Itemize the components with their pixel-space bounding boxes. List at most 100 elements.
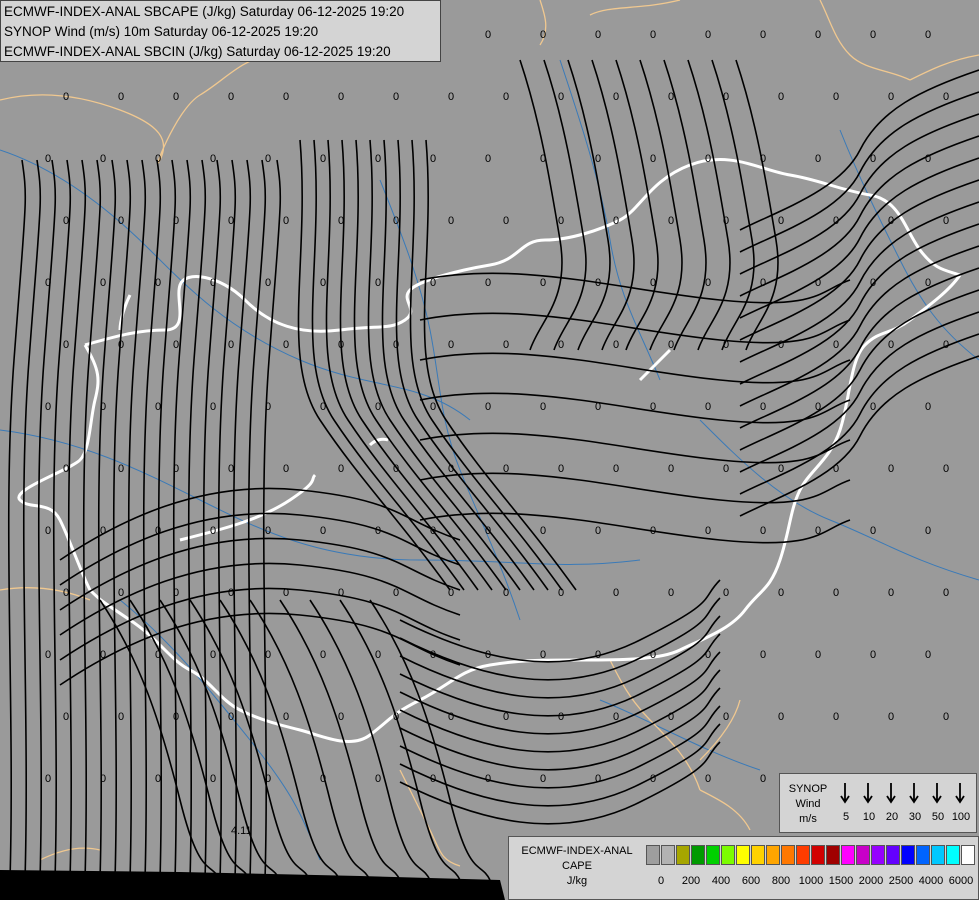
grid-value-label: 0 [173,91,179,103]
grid-value-label: 0 [540,153,546,165]
cape-color-swatch [886,845,900,865]
grid-value-label: 0 [778,711,784,723]
grid-value-label: 0 [393,711,399,723]
grid-value-label: 0 [155,401,161,413]
wind-legend-subtitle: Wind [795,798,821,810]
grid-value-label: 0 [485,525,491,537]
cape-tick-label: 2500 [888,875,914,887]
grid-value-label: 0 [45,525,51,537]
grid-value-label: 0 [925,401,931,413]
grid-value-label: 0 [448,711,454,723]
grid-value-label: 0 [943,215,949,227]
grid-value-label: 0 [558,215,564,227]
grid-value-label: 0 [448,215,454,227]
grid-value-label: 0 [888,463,894,475]
grid-value-label: 0 [45,401,51,413]
cape-color-swatch [781,845,795,865]
grid-value-label: 0 [613,711,619,723]
grid-value-label: 0 [705,153,711,165]
map-view: 0 0 0 0 0 0 0 0 0 0 0 0 0 0 0 0 0 0 0 0 0 0 0 0 0 0 0 0 0 0 0 0 0 0 0 0 0 0 0 0… [0,0,979,900]
cape-tick-label: 800 [771,875,791,887]
grid-value-label: 0 [118,463,124,475]
grid-value-label: 0 [540,29,546,41]
grid-value-label: 0 [485,401,491,413]
grid-value-label: 0 [430,525,436,537]
cape-color-swatch [946,845,960,865]
grid-value-label: 0 [760,153,766,165]
grid-value-label: 0 [503,215,509,227]
grid-value-label: 0 [118,215,124,227]
grid-value-label: 0 [705,277,711,289]
cape-tick-label: 200 [681,875,701,887]
grid-value-label: 0 [723,587,729,599]
grid-value-label: 0 [778,339,784,351]
wind-speed-label: 30 [908,811,922,823]
cape-color-swatch [916,845,930,865]
grid-value-label: 0 [760,649,766,661]
cape-legend-unit: J/kg [566,875,588,887]
grid-value-label: 0 [210,277,216,289]
grid-value-label: 0 [705,773,711,785]
streamline-map[interactable]: 0 0 0 0 0 0 0 0 0 0 0 0 0 0 0 0 0 0 0 0 0 0 0 0 0 0 0 0 0 0 0 0 0 0 0 0 0 0 0 0… [0,0,979,900]
grid-value-label: 0 [650,649,656,661]
grid-value-label: 0 [760,525,766,537]
grid-value-label: 0 [815,29,821,41]
cape-color-swatch [736,845,750,865]
grid-value-label: 0 [943,463,949,475]
grid-value-label: 0 [668,215,674,227]
grid-value-label: 0 [320,277,326,289]
grid-value-label: 0 [870,401,876,413]
grid-value-label: 0 [888,215,894,227]
grid-value-label: 0 [778,215,784,227]
wind-legend-label: SYNOP Wind m/s [784,782,832,827]
grid-value-label: 0 [155,773,161,785]
grid-value-label: 0 [705,649,711,661]
cape-color-swatch [721,845,735,865]
grid-value-label: 0 [100,649,106,661]
grid-value-label: 0 [650,525,656,537]
cape-color-swatch [931,845,945,865]
wind-speed-label: 100 [951,811,971,823]
grid-value-label: 0 [173,711,179,723]
grid-value-label: 0 [393,91,399,103]
title-sbcin: ECMWF-INDEX-ANAL SBCIN (J/kg) Saturday 0… [4,44,391,59]
grid-value-label: 0 [375,525,381,537]
grid-value-label: 0 [283,215,289,227]
grid-value-label: 0 [705,29,711,41]
grid-value-label: 0 [155,277,161,289]
grid-value-label: 0 [815,277,821,289]
grid-value-label: 0 [320,153,326,165]
grid-value-label: 0 [815,525,821,537]
grid-value-label: 0 [870,29,876,41]
grid-value-label: 0 [100,525,106,537]
grid-value-label: 0 [540,401,546,413]
grid-value-label: 0 [283,339,289,351]
cape-legend-title: ECMWF-INDEX-ANAL [521,845,633,857]
grid-value-label: 0 [63,463,69,475]
grid-value-label: 0 [650,153,656,165]
grid-value-label: 0 [393,587,399,599]
grid-value-label: 0 [100,153,106,165]
grid-value-label: 0 [448,587,454,599]
cape-color-swatch [646,845,660,865]
map-title-box: ECMWF-INDEX-ANAL SBCAPE (J/kg) Saturday … [0,0,441,62]
grid-value-label: 0 [613,91,619,103]
grid-value-label: 0 [283,587,289,599]
grid-value-label: 0 [503,91,509,103]
cape-color-swatch [676,845,690,865]
cape-tick-label: 400 [711,875,731,887]
cape-color-swatch [961,845,975,865]
grid-value-label: 0 [448,339,454,351]
grid-value-label: 0 [760,277,766,289]
grid-value-label: 0 [393,215,399,227]
grid-value-label: 0 [210,153,216,165]
grid-value-label: 0 [760,29,766,41]
grid-value-label: 0 [63,91,69,103]
grid-value-label: 0 [540,525,546,537]
grid-value-label: 0 [448,463,454,475]
grid-value-label: 0 [393,339,399,351]
grid-value-label: 0 [210,401,216,413]
grid-value-label: 0 [338,711,344,723]
grid-value-label: 0 [63,339,69,351]
grid-value-label: 0 [833,339,839,351]
